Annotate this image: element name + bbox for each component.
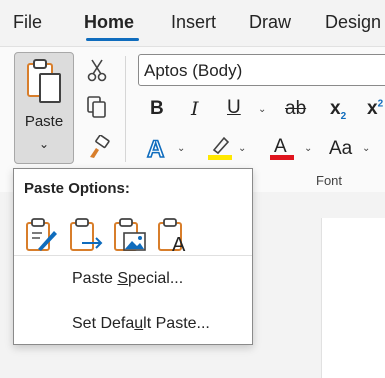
paste-button[interactable]: Paste ⌄ bbox=[14, 52, 74, 164]
tab-draw[interactable]: Draw bbox=[249, 12, 291, 33]
svg-text:A: A bbox=[274, 136, 287, 157]
font-color-chevron-icon[interactable]: ⌄ bbox=[304, 143, 312, 154]
svg-text:A: A bbox=[172, 234, 186, 253]
set-default-paste-item[interactable]: Set Default Paste... bbox=[72, 315, 210, 333]
text-effects-chevron-icon[interactable]: ⌄ bbox=[177, 143, 185, 154]
paste-options-title: Paste Options: bbox=[24, 180, 130, 197]
underline-button[interactable]: U bbox=[227, 97, 241, 119]
superscript-x: x bbox=[367, 98, 378, 119]
svg-text:A: A bbox=[147, 136, 164, 161]
paste-label: Paste bbox=[24, 113, 64, 130]
change-case-chevron-icon[interactable]: ⌄ bbox=[362, 143, 370, 154]
group-divider bbox=[125, 56, 126, 162]
clipboard-icon bbox=[27, 59, 61, 103]
font-group-label: Font bbox=[316, 173, 343, 188]
italic-button[interactable]: I bbox=[191, 98, 199, 120]
tab-home[interactable]: Home bbox=[84, 12, 134, 33]
picture-icon[interactable] bbox=[112, 217, 148, 253]
paste-special-text-pre: Paste bbox=[72, 270, 118, 287]
superscript-button[interactable]: x2 bbox=[367, 98, 383, 120]
underline-chevron-icon[interactable]: ⌄ bbox=[258, 104, 266, 115]
subscript-mark: 2 bbox=[340, 110, 347, 122]
subscript-x: x bbox=[330, 98, 341, 119]
chevron-down-icon: ⌄ bbox=[38, 137, 50, 151]
highlight-icon[interactable] bbox=[206, 134, 234, 162]
change-case-button[interactable]: Aa bbox=[329, 138, 352, 160]
font-color-icon[interactable]: A bbox=[268, 134, 296, 162]
menu-separator bbox=[14, 255, 252, 256]
paste-special-accesskey: S bbox=[117, 270, 129, 287]
copy-icon[interactable] bbox=[86, 95, 108, 119]
tab-design[interactable]: Design bbox=[325, 12, 381, 33]
ribbon-tab-bar: File Home Insert Draw Design bbox=[0, 0, 385, 46]
document-page[interactable] bbox=[321, 218, 385, 378]
paste-options-menu: Paste Options: A Paste Special... Set De… bbox=[13, 168, 253, 345]
paste-special-item[interactable]: Paste Special... bbox=[72, 270, 183, 288]
format-painter-icon[interactable] bbox=[86, 135, 110, 159]
set-default-paste-text-post: lt Paste... bbox=[143, 315, 210, 332]
tab-file[interactable]: File bbox=[13, 12, 42, 33]
merge-formatting-icon[interactable] bbox=[68, 217, 104, 253]
keep-source-formatting-icon[interactable] bbox=[24, 217, 60, 253]
superscript-mark: 2 bbox=[377, 98, 384, 110]
font-name-value: Aptos (Body) bbox=[144, 61, 243, 80]
keep-text-only-icon[interactable]: A bbox=[156, 217, 192, 253]
cut-icon[interactable] bbox=[86, 58, 108, 82]
set-default-paste-accesskey: u bbox=[134, 315, 144, 332]
text-effects-icon[interactable]: A bbox=[145, 135, 171, 161]
subscript-button[interactable]: x2 bbox=[330, 98, 346, 122]
bold-button[interactable]: B bbox=[150, 98, 164, 120]
font-name-combobox[interactable]: Aptos (Body) bbox=[138, 54, 385, 86]
strikethrough-button[interactable]: ab bbox=[285, 98, 306, 120]
tab-insert[interactable]: Insert bbox=[171, 12, 216, 33]
highlight-chevron-icon[interactable]: ⌄ bbox=[238, 143, 246, 154]
active-tab-indicator bbox=[86, 38, 139, 41]
set-default-paste-text-pre: Set Defa bbox=[72, 315, 135, 332]
paste-special-text-post: pecial... bbox=[128, 270, 184, 287]
